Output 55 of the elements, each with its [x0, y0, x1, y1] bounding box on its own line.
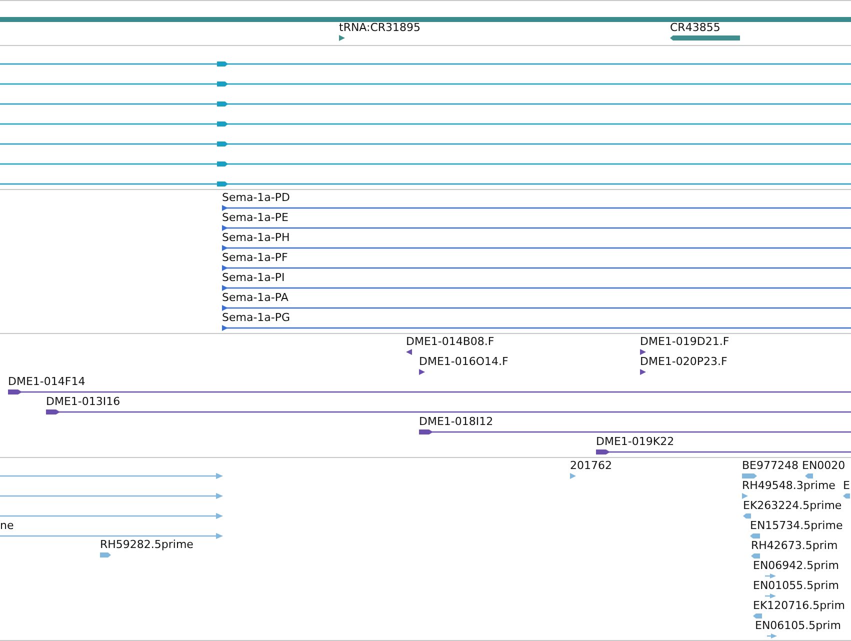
feature-glyph[interactable]: [222, 224, 851, 232]
feature-label[interactable]: RH59282.5prime: [100, 538, 194, 551]
feature-label[interactable]: Sema-1a-PH: [222, 231, 290, 244]
feature-glyph[interactable]: [222, 204, 851, 212]
feature-label[interactable]: 201762: [570, 459, 612, 472]
feature-label[interactable]: DME1-018I12: [419, 415, 494, 428]
feature-label[interactable]: E: [843, 479, 850, 492]
feature-label[interactable]: EN0020: [802, 459, 846, 472]
feature-glyph[interactable]: [222, 264, 851, 272]
feature-glyph[interactable]: [0, 80, 851, 88]
feature-glyph[interactable]: [0, 120, 851, 128]
feature-glyph[interactable]: [222, 304, 851, 312]
feature-label[interactable]: DME1-019K22: [596, 435, 674, 448]
feature-label[interactable]: BE977248: [742, 459, 798, 472]
feature-label[interactable]: RH49548.3prime: [742, 479, 836, 492]
feature-label[interactable]: DME1-019D21.F: [640, 335, 730, 348]
feature-label[interactable]: Sema-1a-PD: [222, 191, 290, 204]
feature-label[interactable]: Sema-1a-PE: [222, 211, 288, 224]
feature-glyph[interactable]: [0, 180, 851, 188]
feature-label[interactable]: EN06942.5prim: [753, 559, 839, 572]
feature-label[interactable]: CR43855: [670, 21, 720, 34]
feature-glyph[interactable]: [670, 34, 740, 42]
feature-glyph[interactable]: [8, 388, 851, 396]
feature-glyph[interactable]: [596, 448, 851, 456]
feature-label[interactable]: DME1-014F14: [8, 375, 86, 388]
feature-glyph[interactable]: [339, 34, 345, 42]
feature-label[interactable]: RH42673.5prim: [751, 539, 838, 552]
feature-glyph[interactable]: [419, 368, 425, 376]
feature-glyph[interactable]: [406, 348, 412, 356]
feature-glyph[interactable]: [222, 284, 851, 292]
feature-glyph[interactable]: [222, 244, 851, 252]
feature-label[interactable]: EK263224.5prime: [743, 499, 842, 512]
feature-glyph[interactable]: [46, 408, 851, 416]
feature-label[interactable]: DME1-013I16: [46, 395, 120, 408]
feature-glyph[interactable]: [640, 368, 646, 376]
feature-label[interactable]: Sema-1a-PG: [222, 311, 290, 324]
feature-glyph[interactable]: [0, 140, 851, 148]
feature-label[interactable]: DME1-016O14.F: [419, 355, 508, 368]
feature-label[interactable]: ne: [0, 519, 14, 532]
feature-label[interactable]: tRNA:CR31895: [339, 21, 421, 34]
feature-label[interactable]: Sema-1a-PA: [222, 291, 288, 304]
feature-label[interactable]: EK120716.5prim: [753, 599, 845, 612]
feature-glyph[interactable]: [419, 428, 851, 436]
feature-label[interactable]: EN06105.5prim: [755, 619, 841, 632]
feature-glyph[interactable]: [0, 60, 851, 68]
feature-label[interactable]: Sema-1a-PF: [222, 251, 288, 264]
feature-glyph[interactable]: [0, 100, 851, 108]
feature-label[interactable]: DME1-014B08.F: [406, 335, 494, 348]
feature-glyph[interactable]: [222, 324, 851, 332]
feature-label[interactable]: Sema-1a-PI: [222, 271, 285, 284]
feature-label[interactable]: EN01055.5prim: [753, 579, 839, 592]
feature-glyph[interactable]: [640, 348, 646, 356]
feature-glyph[interactable]: [0, 160, 851, 168]
feature-label[interactable]: EN15734.5prime: [750, 519, 843, 532]
feature-label[interactable]: DME1-020P23.F: [640, 355, 728, 368]
